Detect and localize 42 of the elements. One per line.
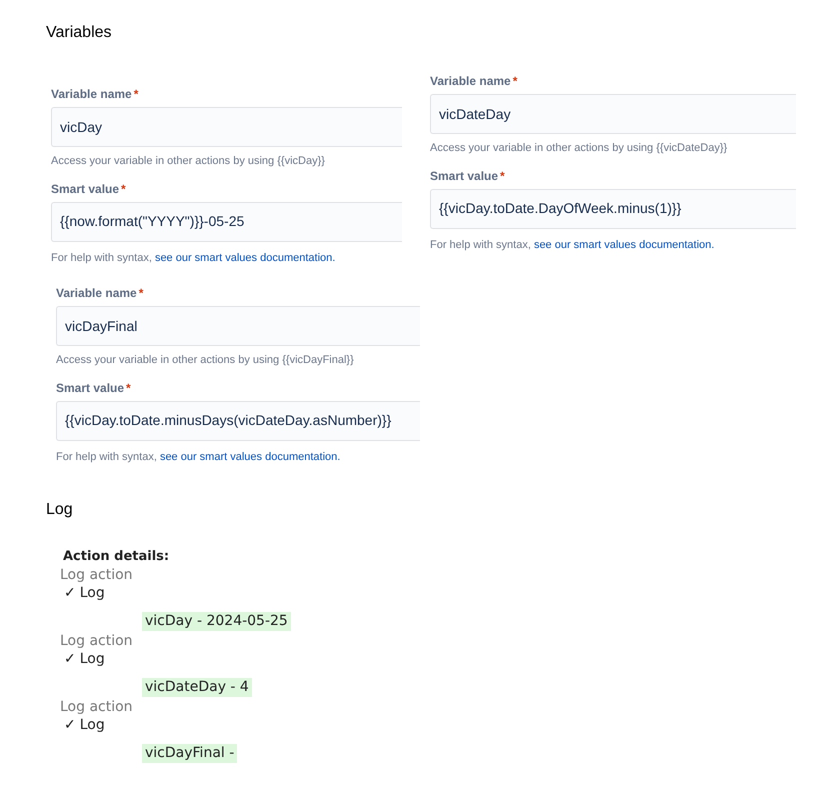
log-message: vicDay - 2024-05-25 <box>142 612 291 631</box>
log-action: Log action <box>60 698 134 717</box>
field-label: Variable name <box>430 74 511 88</box>
required-mark: * <box>512 74 518 88</box>
log-action: Log action <box>60 632 134 651</box>
log-name: Log <box>80 651 105 668</box>
field-label: Smart value <box>51 182 120 196</box>
check-icon: ✓ <box>64 717 76 734</box>
check-icon: ✓ <box>64 585 76 602</box>
documentation-link[interactable]: see our smart values documentation. <box>160 450 340 462</box>
help-text: Access your variable in other actions by using {{vicDayFinal}} <box>56 353 355 368</box>
help-text: For help with syntax, see our smart values documentation. <box>51 250 336 266</box>
log-name: Log <box>80 717 105 734</box>
input-field[interactable]: vicDateDay <box>430 94 796 134</box>
input-field[interactable]: {{vicDay.toDate.DayOfWeek.minus(1)}} <box>430 188 796 228</box>
field-label: Variable name <box>56 286 137 300</box>
documentation-link[interactable]: see our smart values documentation. <box>534 238 714 250</box>
help-text: For help with syntax, see our smart values documentation. <box>56 450 342 464</box>
required-mark: * <box>121 182 126 196</box>
required-mark: * <box>138 286 144 300</box>
input-field[interactable]: {{vicDay.toDate.minusDays(vicDateDay.asNumber)}} <box>56 400 420 440</box>
field-label: Smart value <box>430 168 498 182</box>
section-heading: Variables <box>46 23 112 43</box>
input-field[interactable]: {{now.format("YYYY")}}-05-25 <box>51 202 402 242</box>
help-text: Access your variable in other actions by using {{vicDateDay}} <box>430 141 728 156</box>
log-message: vicDateDay - 4 <box>142 678 252 697</box>
help-text: Access your variable in other actions by using {{vicDay}} <box>51 154 326 169</box>
log-name: Log <box>80 585 105 602</box>
field-label: Variable name <box>51 87 132 101</box>
required-mark: * <box>126 380 131 394</box>
check-icon: ✓ <box>64 651 76 668</box>
log-action: Log action <box>60 566 134 585</box>
required-mark: * <box>500 168 505 182</box>
input-field[interactable]: vicDayFinal <box>56 306 420 346</box>
field-label: Smart value <box>56 380 124 394</box>
help-text: For help with syntax, see our smart values documentation. <box>430 238 716 252</box>
input-field[interactable]: vicDay <box>51 107 402 147</box>
section-heading: Log <box>46 500 74 520</box>
documentation-link[interactable]: see our smart values documentation. <box>154 252 336 264</box>
log-message: vicDayFinal - <box>142 744 238 763</box>
log-title: Action details: <box>63 548 170 566</box>
required-mark: * <box>134 87 138 101</box>
